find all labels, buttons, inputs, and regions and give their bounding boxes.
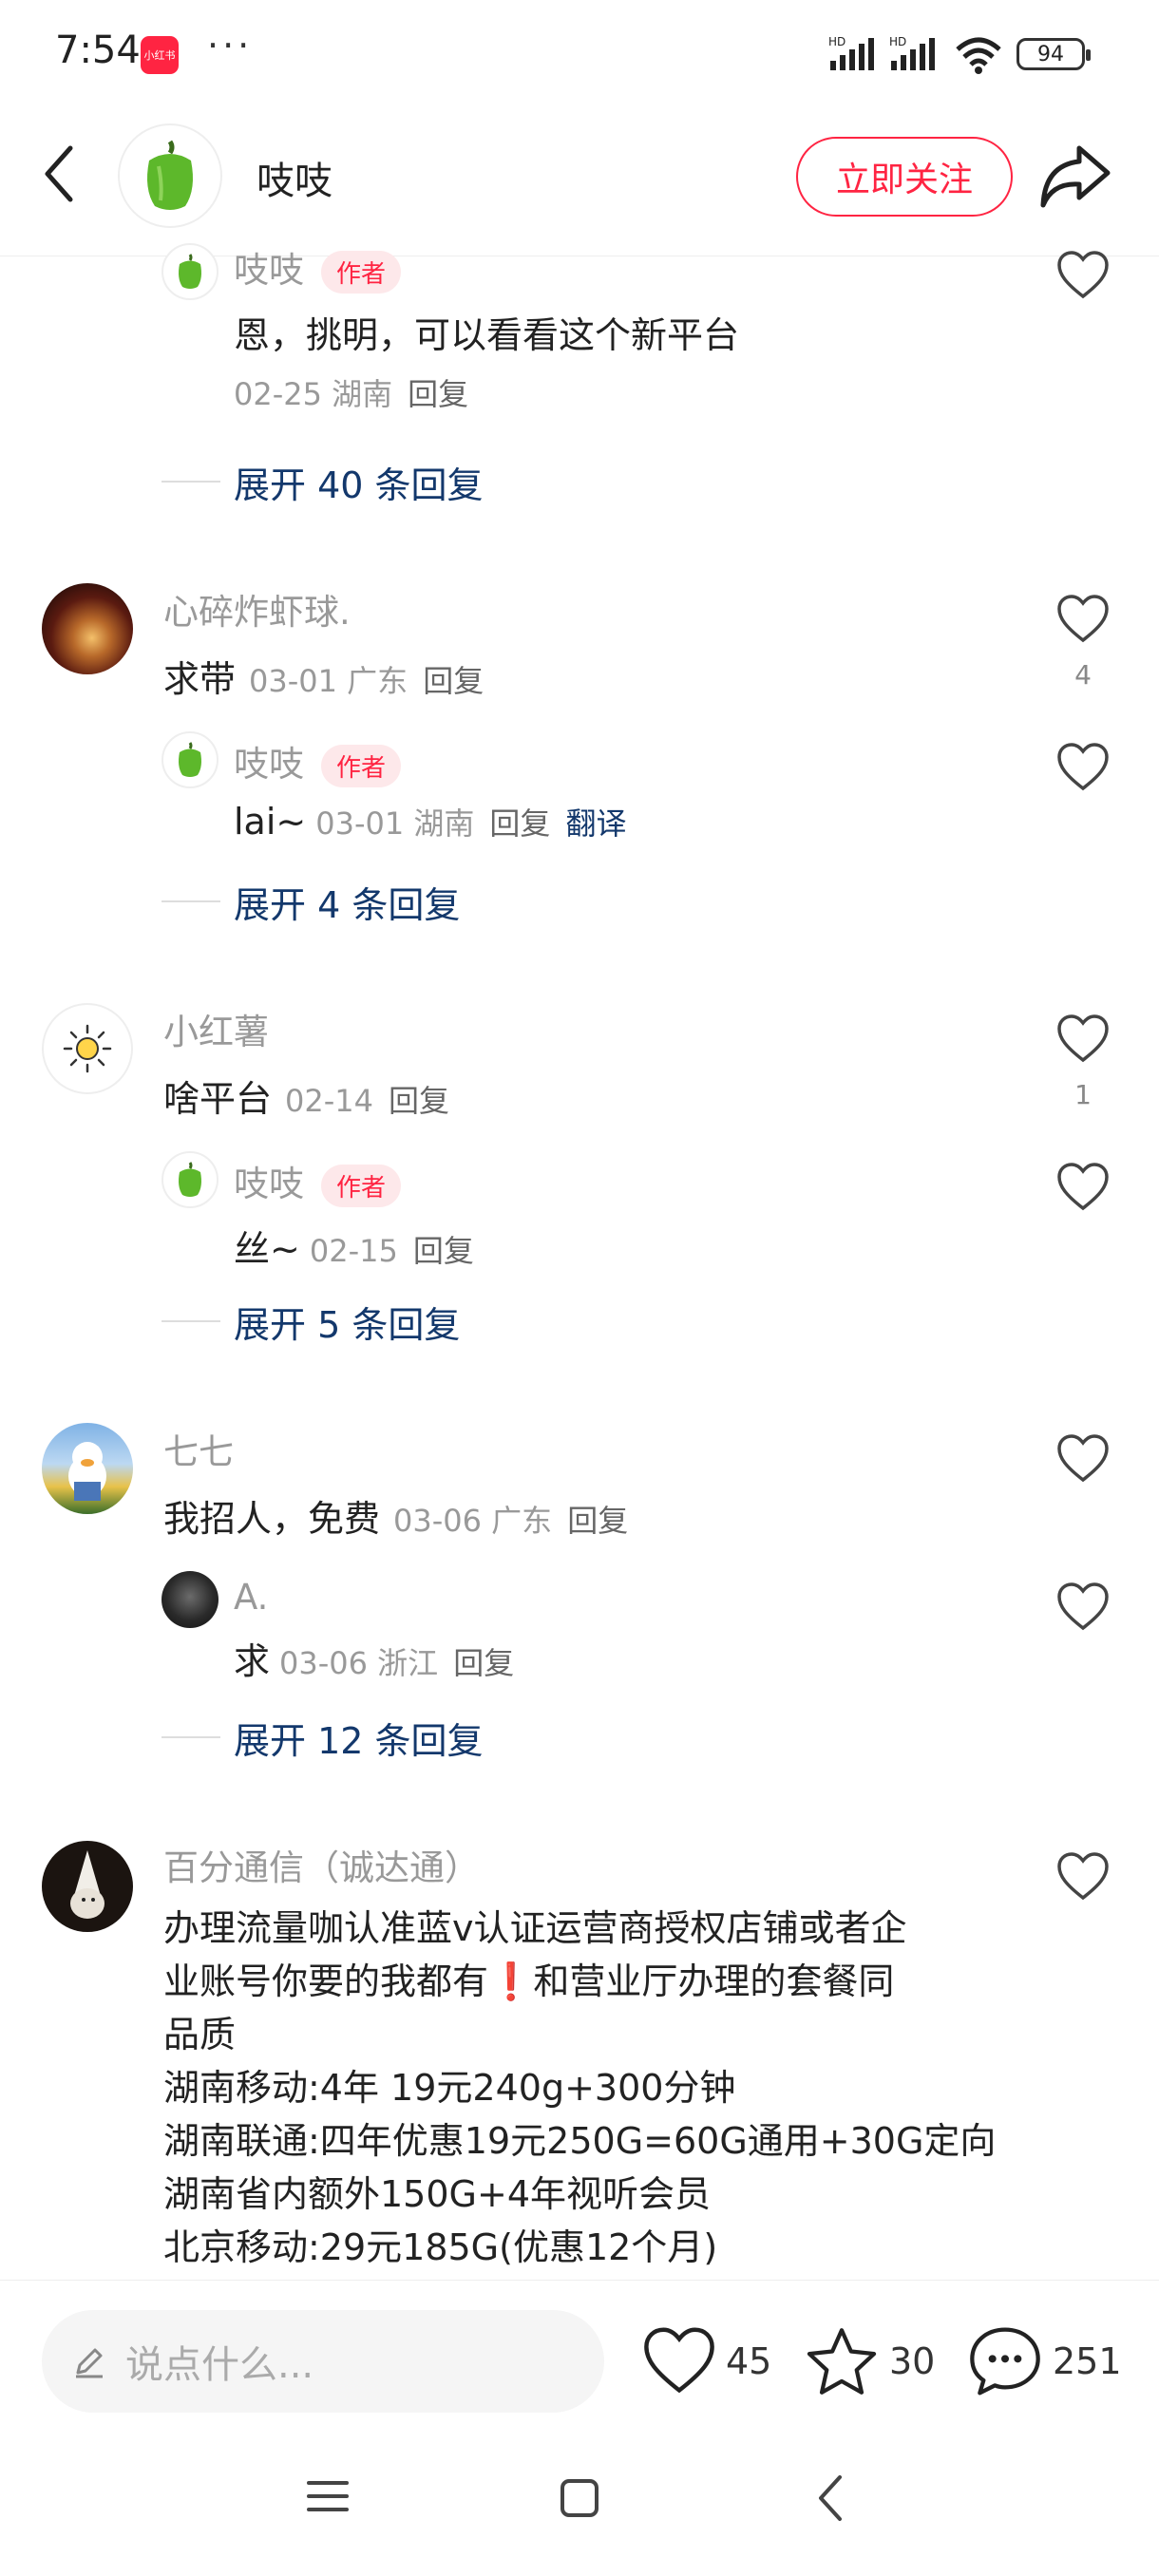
reply-button[interactable]: 回复 [423, 663, 484, 699]
reply-author-name[interactable]: 吱吱 作者 [234, 735, 402, 787]
reply-meta: 03-01 湖南 回复 翻译 [315, 805, 627, 842]
reply-button[interactable]: 回复 [408, 376, 468, 412]
author-tag: 作者 [321, 745, 402, 787]
back-arrow-icon[interactable] [38, 142, 80, 205]
reply-text: lai~ 03-01 湖南 回复 翻译 [234, 801, 627, 843]
author-name[interactable]: 吱吱 [256, 150, 332, 205]
reply-button[interactable]: 回复 [453, 1645, 514, 1681]
green-pepper-icon [147, 140, 193, 210]
author-tag: 作者 [321, 1165, 402, 1207]
favorite-button[interactable]: 30 [804, 2318, 935, 2405]
heart-icon[interactable] [1056, 1852, 1110, 1902]
expand-replies-link[interactable]: 展开 12 条回复 [234, 1712, 484, 1764]
like-count: 45 [726, 2340, 772, 2382]
sun-icon [63, 1024, 112, 1073]
heart-icon[interactable] [1056, 1014, 1110, 1064]
green-pepper-icon [179, 1162, 201, 1197]
comment-meta: 02-14 回复 [285, 1083, 450, 1119]
comment-text: 办理流量咖认准蓝v认证运营商授权店铺或者企 业账号你要的我都有❗和营业厅办理的套… [163, 1907, 997, 2268]
green-pepper-icon [179, 254, 201, 289]
heart-icon[interactable] [1056, 1163, 1110, 1212]
back-nav-icon[interactable] [813, 2473, 846, 2523]
heart-icon[interactable] [1056, 251, 1110, 300]
reply-author-name[interactable]: 吱吱 作者 [234, 1155, 402, 1207]
share-icon[interactable] [1037, 141, 1113, 213]
commenter-avatar[interactable] [42, 1423, 133, 1514]
menu-icon[interactable] [306, 2477, 350, 2515]
gnome-figure-icon [70, 1850, 104, 1919]
like-button[interactable]: 45 [642, 2318, 771, 2405]
input-placeholder: 说点什么... [125, 2343, 314, 2387]
like-count: 1 [1074, 1079, 1092, 1110]
comment-text: 我招人，免费 03-06 广东 回复 [163, 1498, 629, 1540]
signal-2-icon: HD [889, 35, 935, 70]
comment-meta: 03-01 广东 回复 [249, 663, 484, 699]
reply-avatar[interactable] [162, 1571, 218, 1628]
follow-button[interactable]: 立即关注 [796, 137, 1013, 217]
reply-avatar[interactable] [162, 1151, 218, 1208]
reply-meta: 02-25 湖南 回复 [234, 376, 469, 412]
home-icon[interactable] [559, 2477, 600, 2519]
divider [162, 1736, 220, 1738]
divider [162, 1320, 220, 1322]
reply-meta: 03-06 浙江 回复 [279, 1645, 515, 1681]
wifi-icon [956, 37, 1001, 74]
divider [162, 481, 220, 483]
commenter-name[interactable]: 心碎炸虾球. [163, 583, 351, 635]
reply-author-name[interactable]: 吱吱 作者 [234, 241, 402, 294]
reply-text: 求 03-06 浙江 回复 [234, 1640, 515, 1682]
comment-text: 求带 03-01 广东 回复 [163, 658, 484, 700]
svg-text:HD: HD [828, 35, 846, 48]
status-time: 7:54 [55, 28, 141, 72]
reply-author-name[interactable]: A. [234, 1577, 268, 1618]
favorite-count: 30 [889, 2340, 936, 2382]
app-badge-icon: 小红书 [141, 36, 179, 74]
commenter-avatar[interactable] [42, 583, 133, 674]
reply-text: 恩，挑明，可以看看这个新平台 [234, 314, 740, 356]
commenter-avatar[interactable] [42, 1841, 133, 1932]
reply-avatar[interactable] [162, 731, 218, 788]
comment-bubble-icon [970, 2327, 1040, 2396]
commenter-name[interactable]: 百分通信（诚达通） [163, 1839, 480, 1890]
heart-icon [644, 2327, 714, 2394]
commenter-avatar[interactable] [42, 1003, 133, 1094]
status-bar: 7:54 小红书 ··· HD HD 94 [0, 0, 1159, 109]
author-avatar[interactable] [118, 123, 222, 228]
reply-button[interactable]: 回复 [389, 1083, 449, 1119]
duck-figure-icon [68, 1442, 106, 1501]
reply-avatar[interactable] [162, 243, 218, 300]
expand-replies-link[interactable]: 展开 4 条回复 [234, 876, 460, 928]
divider [162, 900, 220, 902]
comments-button[interactable]: 251 [967, 2318, 1122, 2405]
heart-icon[interactable] [1056, 595, 1110, 644]
translate-link[interactable]: 翻译 [565, 805, 626, 842]
comment-meta: 03-06 广东 回复 [393, 1503, 629, 1539]
comment-text: 啥平台 02-14 回复 [163, 1078, 450, 1120]
expand-replies-link[interactable]: 展开 40 条回复 [234, 456, 484, 508]
signal-1-icon: HD [828, 35, 874, 70]
reply-button[interactable]: 回复 [489, 805, 550, 842]
commenter-name[interactable]: 小红薯 [163, 1003, 269, 1054]
heart-icon[interactable] [1056, 1582, 1110, 1632]
reply-button[interactable]: 回复 [413, 1233, 474, 1269]
svg-text:HD: HD [889, 35, 906, 48]
pencil-icon [76, 2348, 103, 2378]
heart-icon[interactable] [1056, 1434, 1110, 1484]
reply-button[interactable]: 回复 [567, 1503, 628, 1539]
reply-text: 丝~ 02-15 回复 [234, 1228, 474, 1270]
comment-input[interactable]: 说点什么... [42, 2310, 604, 2413]
expand-replies-link[interactable]: 展开 5 条回复 [234, 1296, 460, 1348]
more-notifications-icon: ··· [207, 25, 254, 66]
star-icon [807, 2328, 877, 2395]
system-navigation-bar [0, 2432, 1159, 2576]
reply-meta: 02-15 回复 [309, 1233, 474, 1269]
heart-icon[interactable] [1056, 743, 1110, 792]
green-pepper-icon [179, 742, 201, 777]
author-tag: 作者 [321, 251, 402, 294]
commenter-name[interactable]: 七七 [163, 1423, 234, 1474]
comment-count: 251 [1053, 2340, 1122, 2382]
like-count: 4 [1074, 659, 1092, 691]
battery-indicator: 94 [1016, 38, 1091, 70]
